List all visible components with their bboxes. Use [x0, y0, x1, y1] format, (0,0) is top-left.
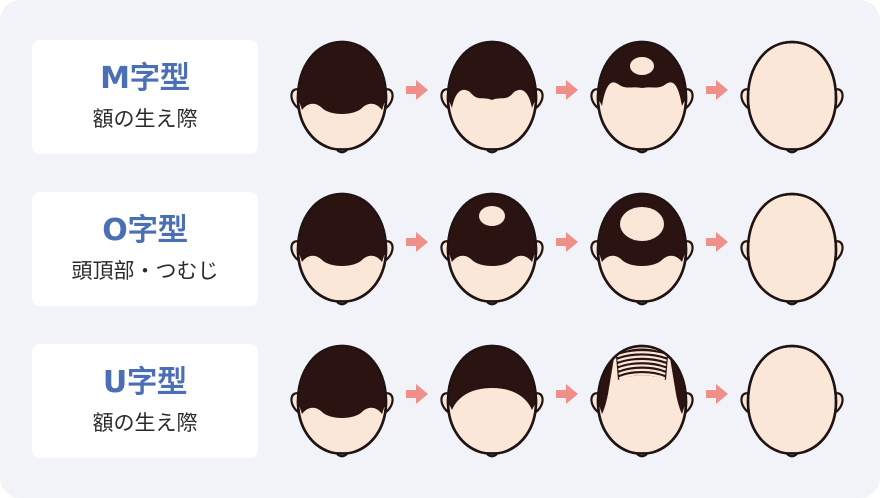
arrow-right-icon [706, 80, 728, 100]
head-row1-stage4-icon [740, 40, 844, 154]
arrow-right-icon [406, 384, 428, 404]
head-row1-stage2-icon [440, 40, 544, 154]
arrow-right-icon [706, 384, 728, 404]
hair-loss-types-panel: M字型 額の生え際 O字型 頭頂部・つむじ U字型 額の生え際 [0, 0, 880, 498]
head-row1-stage1-icon [290, 40, 394, 154]
arrow-right-icon [706, 232, 728, 252]
arrow-right-icon [556, 384, 578, 404]
head-row3-stage2-icon [440, 344, 544, 458]
head-row2-stage2-icon [440, 192, 544, 306]
head-row3-stage1-icon [290, 344, 394, 458]
head-row2-stage4-icon [740, 192, 844, 306]
arrow-right-icon [556, 80, 578, 100]
head-row3-stage3-icon [590, 344, 694, 458]
head-row3-stage4-icon [740, 344, 844, 458]
head-row2-stage3-icon [590, 192, 694, 306]
head-row2-stage1-icon [290, 192, 394, 306]
arrow-right-icon [406, 80, 428, 100]
progression-illustrations [290, 40, 844, 458]
head-row1-stage3-icon [590, 40, 694, 154]
arrow-right-icon [556, 232, 578, 252]
arrow-right-icon [406, 232, 428, 252]
